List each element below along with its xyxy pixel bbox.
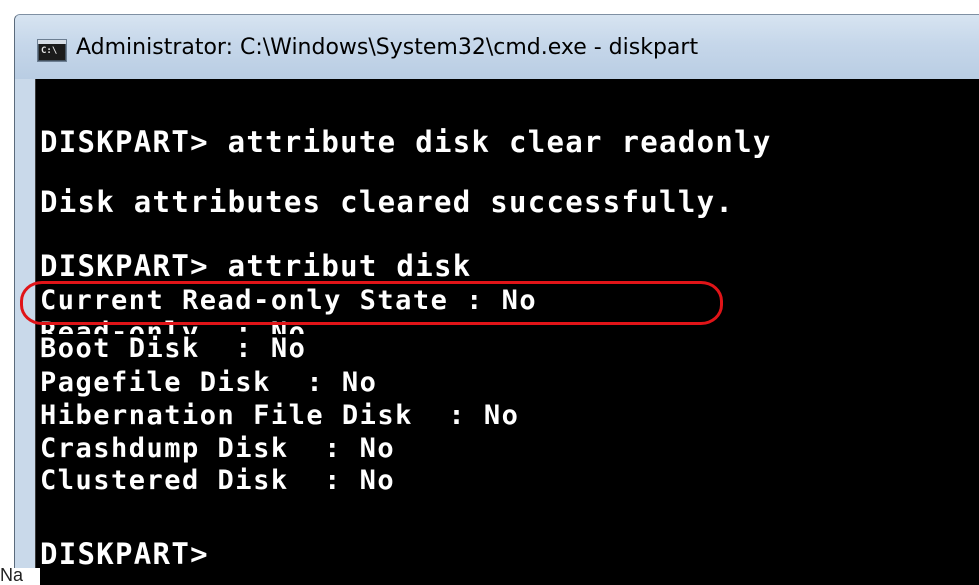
caption-text: Na bbox=[0, 565, 24, 585]
screenshot: C:\ Administrator: C:\Windows\System32\c… bbox=[0, 0, 979, 585]
window-title: Administrator: C:\Windows\System32\cmd.e… bbox=[76, 35, 699, 60]
console-line: Hibernation File Disk : No bbox=[40, 400, 520, 431]
console-icon[interactable]: C:\ bbox=[37, 39, 67, 62]
console-line: DISKPART> attribute disk clear readonly bbox=[40, 125, 772, 159]
console-line: Pagefile Disk : No bbox=[40, 367, 378, 398]
console-output[interactable]: DISKPART> attribute disk clear readonly … bbox=[35, 79, 979, 585]
title-bar[interactable]: C:\ Administrator: C:\Windows\System32\c… bbox=[15, 15, 979, 79]
console-line: Clustered Disk : No bbox=[40, 465, 396, 496]
red-highlight-ellipse bbox=[20, 281, 723, 325]
console-line: Disk attributes cleared successfully. bbox=[40, 185, 735, 219]
console-line: DISKPART> attribut disk bbox=[40, 249, 472, 283]
console-prompt: DISKPART> bbox=[40, 537, 228, 571]
console-icon-glyph: C:\ bbox=[41, 46, 58, 56]
console-line: Crashdump Disk : No bbox=[40, 433, 396, 464]
console-line: Boot Disk : No bbox=[40, 333, 307, 364]
